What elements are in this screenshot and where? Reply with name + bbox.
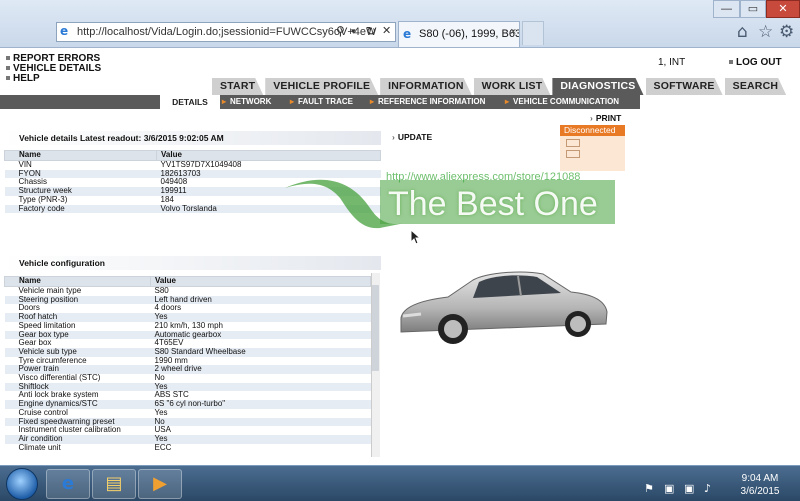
arrow-icon: ›: [392, 132, 395, 142]
taskbar-ie-button[interactable]: e: [46, 469, 90, 499]
minimize-icon: —: [721, 3, 732, 15]
volume-icon[interactable]: ♪: [704, 482, 711, 495]
logout-link[interactable]: LOG OUT: [729, 57, 782, 68]
header-links: REPORT ERRORS VEHICLE DETAILS HELP: [6, 54, 101, 84]
vehicle-configuration-title: Vehicle configuration: [3, 256, 381, 270]
column-header-name: Name: [4, 276, 151, 287]
search-icon[interactable]: ⚲: [336, 24, 345, 38]
folder-icon: ▤: [105, 473, 123, 494]
bullet-icon: [729, 60, 733, 65]
row-value: Yes: [150, 434, 371, 444]
vehicle-comm-icon: [566, 139, 580, 147]
tab-diagnostics[interactable]: DIAGNOSTICS: [552, 78, 643, 95]
watermark-url: http://www.aliexpress.com/store/121088: [386, 171, 581, 183]
watermark-text: The Best One: [388, 185, 598, 223]
arrow-icon: ▸: [222, 97, 227, 106]
arrow-icon: ▸: [370, 97, 375, 106]
star-icon[interactable]: ☆: [758, 22, 773, 42]
help-link[interactable]: HELP: [6, 74, 101, 84]
mouse-cursor-icon: [410, 229, 422, 245]
start-button[interactable]: [6, 468, 38, 500]
maximize-icon: ▭: [747, 3, 759, 15]
clock-time[interactable]: 9:04 AM: [735, 473, 785, 484]
row-value: USA: [154, 425, 171, 435]
row-value: 2 wheel drive: [150, 365, 371, 375]
key-icon: [566, 150, 580, 158]
row-value: Automatic gearbox: [150, 330, 371, 340]
subnav-fault-trace[interactable]: ▸ FAULT TRACE: [290, 95, 353, 109]
media-player-icon: ▶: [153, 473, 167, 494]
row-value: Left hand driven: [150, 295, 371, 305]
vehicle-configuration-table: Name Value Vehicle main type S80 Steering …: [4, 276, 371, 452]
close-icon: ✕: [778, 3, 788, 15]
bullet-icon: [6, 56, 10, 61]
table-header: Name Value: [4, 276, 371, 287]
tab-title: S80 (-06), 1999, B63...: [419, 28, 520, 40]
user-info: 1, INT: [658, 57, 686, 68]
table-row: Steering position Left hand driven: [4, 295, 371, 305]
row-name: Climate unit: [18, 442, 61, 452]
table-row: Climate unit ECC: [5, 442, 371, 453]
minimize-button[interactable]: —: [713, 0, 740, 18]
browser-tab[interactable]: S80 (-06), 1999, B63...: [398, 21, 520, 47]
connection-status-badge: Disconnected: [560, 125, 625, 136]
row-name: Factory code: [4, 204, 157, 214]
tab-vehicle-profile[interactable]: VEHICLE PROFILE: [265, 78, 378, 95]
arrow-icon: ›: [590, 113, 593, 123]
row-value: Yes: [154, 407, 168, 417]
car-image: [400, 271, 608, 344]
main-tabs: START VEHICLE PROFILE INFORMATION WORK L…: [212, 78, 788, 95]
table-row: Doors 4 doors: [5, 304, 371, 313]
tab-close-icon[interactable]: ×: [510, 26, 516, 38]
address-text: http://localhost/Vida/Login.do;jsessioni…: [77, 26, 377, 38]
tab-information[interactable]: INFORMATION: [380, 78, 472, 95]
dropdown-icon[interactable]: ▾: [351, 27, 356, 37]
subnav-details[interactable]: DETAILS: [160, 95, 220, 109]
address-bar[interactable]: http://localhost/Vida/Login.do;jsessioni…: [56, 22, 396, 42]
scrollbar-thumb[interactable]: [372, 285, 379, 371]
close-window-button[interactable]: ✕: [766, 0, 800, 18]
column-header-value: Value: [150, 276, 371, 287]
row-value: No: [154, 373, 165, 383]
row-value: 6S "6 cyl non-turbo": [150, 399, 371, 409]
tab-start[interactable]: START: [212, 78, 263, 95]
bullet-icon: [6, 66, 10, 71]
tab-ie-icon: e: [403, 27, 412, 41]
subnav-vehicle-communication[interactable]: ▸ VEHICLE COMMUNICATION: [505, 95, 619, 109]
tab-search[interactable]: SEARCH: [725, 78, 787, 95]
new-tab-button[interactable]: [522, 21, 544, 45]
table-row: Visco differential (STC) No: [5, 373, 371, 383]
tab-software[interactable]: SOFTWARE: [646, 78, 723, 95]
taskbar-explorer-button[interactable]: ▤: [92, 469, 136, 499]
gear-icon[interactable]: ⚙: [779, 22, 794, 42]
home-icon[interactable]: ⌂: [737, 22, 748, 42]
subnav-network[interactable]: ▸ NETWORK: [222, 95, 271, 109]
column-header-value: Value: [156, 150, 381, 161]
stop-icon[interactable]: ✕: [382, 24, 391, 37]
ie-icon: e: [60, 24, 69, 38]
arrow-icon: ▸: [290, 97, 295, 106]
refresh-icon[interactable]: ↻: [366, 24, 376, 38]
tray-icon-a[interactable]: ▣: [664, 482, 674, 495]
subnav-reference-information[interactable]: ▸ REFERENCE INFORMATION: [370, 95, 485, 109]
flag-icon[interactable]: ⚑: [644, 482, 654, 495]
bullet-icon: [6, 76, 10, 81]
maximize-button[interactable]: ▭: [740, 0, 766, 18]
print-link[interactable]: › PRINT: [590, 113, 621, 123]
tab-work-list[interactable]: WORK LIST: [474, 78, 551, 95]
ie-icon: e: [61, 473, 75, 494]
row-value: ECC: [154, 442, 172, 452]
row-value: 4 doors: [154, 303, 182, 313]
column-header-name: Name: [4, 150, 157, 161]
arrow-icon: ▸: [505, 97, 510, 106]
update-link[interactable]: › UPDATE: [392, 132, 432, 142]
tray-icon-b[interactable]: ▣: [684, 482, 694, 495]
row-value: No: [150, 417, 371, 427]
vehicle-details-title: Vehicle details Latest readout: 3/6/2015…: [3, 131, 381, 145]
taskbar-media-button[interactable]: ▶: [138, 469, 182, 499]
clock-date[interactable]: 3/6/2015: [735, 486, 785, 497]
table-row: Gear box type Automatic gearbox: [4, 330, 371, 340]
table-header: Name Value: [4, 150, 381, 161]
